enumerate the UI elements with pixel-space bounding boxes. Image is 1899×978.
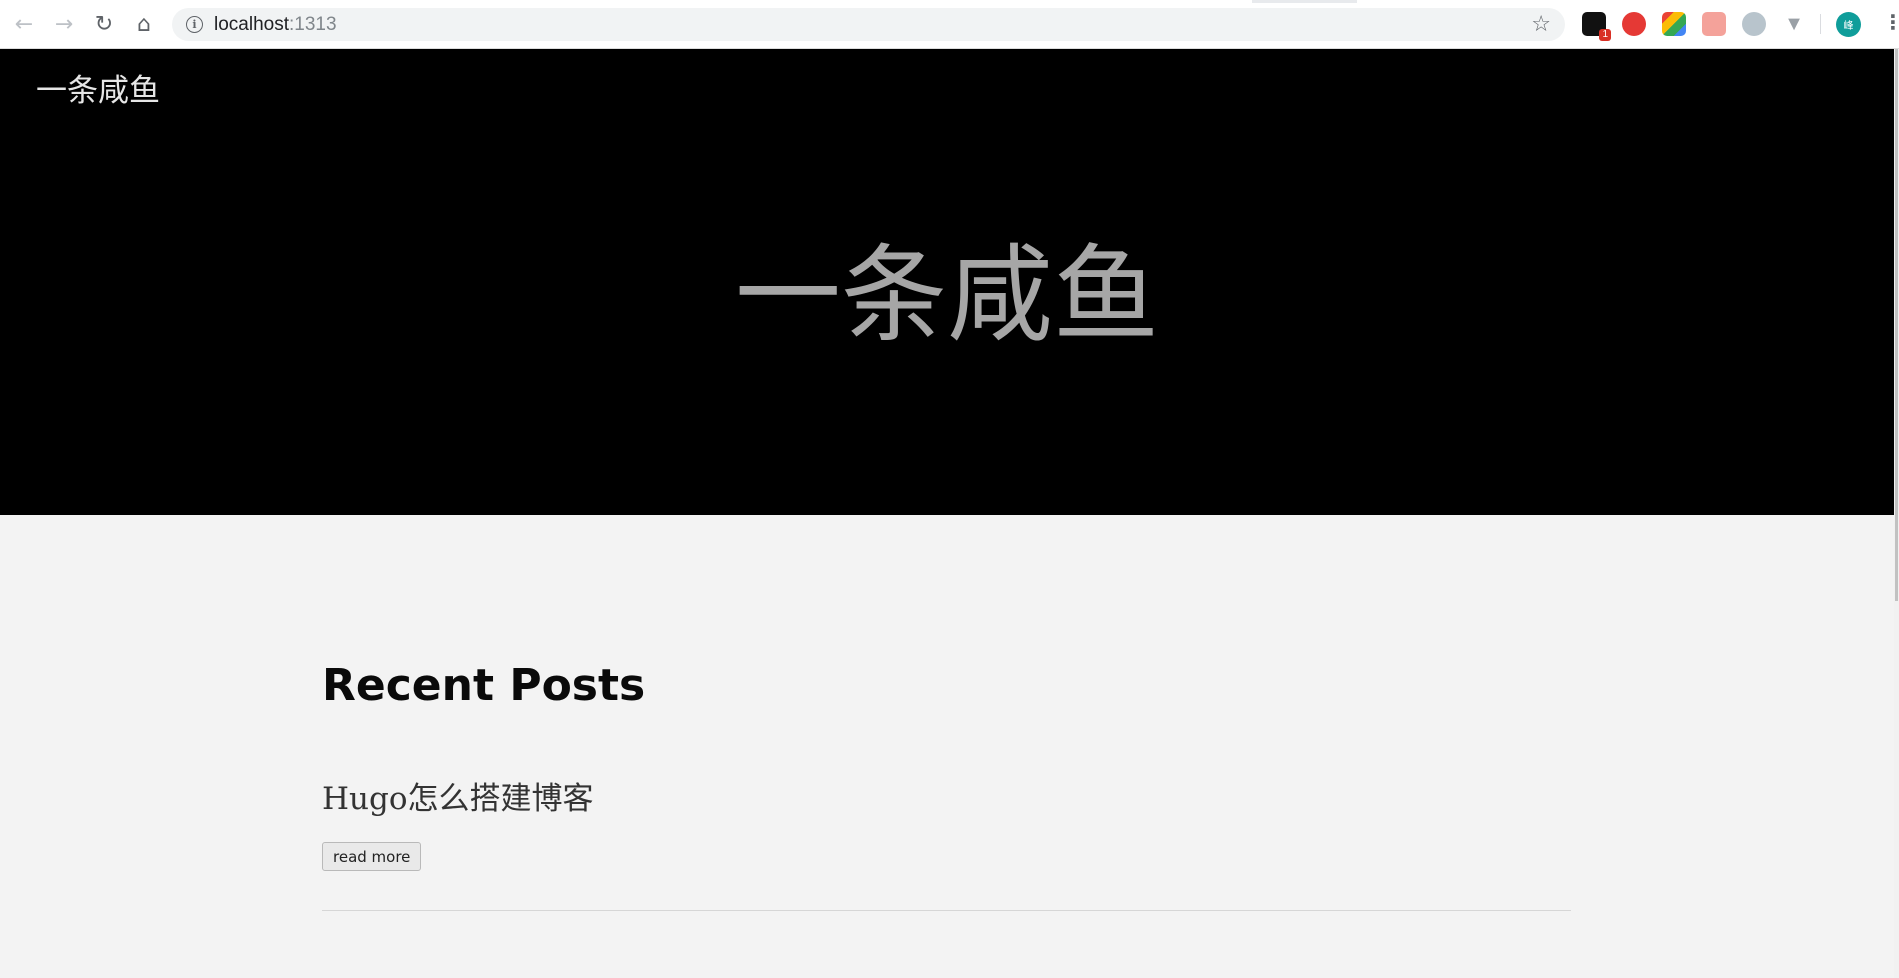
extension-icon[interactable]: 1 xyxy=(1582,12,1611,41)
forward-icon[interactable]: → xyxy=(50,10,78,38)
avatar[interactable]: 峰 xyxy=(1836,12,1861,37)
back-icon[interactable]: ← xyxy=(10,10,38,38)
circle-extension-icon[interactable] xyxy=(1742,12,1766,36)
browser-toolbar: ← → ↻ ⌂ i localhost:1313 ☆ 1 ▼ 峰 ⋮ xyxy=(0,0,1899,49)
post-title-link[interactable]: Hugo怎么搭建博客 xyxy=(322,773,594,818)
toolbar-separator xyxy=(1820,14,1821,34)
menu-icon[interactable]: ⋮ xyxy=(1883,10,1899,35)
site-brand-link[interactable]: 一条咸鱼 xyxy=(36,65,160,110)
divider xyxy=(322,910,1571,911)
extension-badge: 1 xyxy=(1599,29,1611,41)
download-extension-icon[interactable] xyxy=(1662,12,1686,36)
section-title: Recent Posts xyxy=(322,660,646,711)
url-text[interactable]: localhost:1313 xyxy=(214,14,337,36)
info-icon[interactable]: i xyxy=(186,16,203,33)
read-more-button[interactable]: read more xyxy=(322,842,422,871)
adblock-extension-icon[interactable] xyxy=(1622,12,1646,36)
home-icon[interactable]: ⌂ xyxy=(130,10,158,38)
tab-strip-edge xyxy=(1252,0,1357,3)
vue-devtools-icon[interactable]: ▼ xyxy=(1782,12,1806,36)
reload-icon[interactable]: ↻ xyxy=(90,10,118,38)
scrollbar-thumb[interactable] xyxy=(1895,49,1898,601)
star-icon[interactable]: ☆ xyxy=(1531,11,1551,37)
reader-extension-icon[interactable] xyxy=(1702,12,1726,36)
hero-title: 一条咸鱼 xyxy=(735,234,1159,357)
hero-header: 一条咸鱼 一条咸鱼 xyxy=(0,49,1894,515)
address-bar[interactable]: i localhost:1313 ☆ xyxy=(172,8,1565,41)
